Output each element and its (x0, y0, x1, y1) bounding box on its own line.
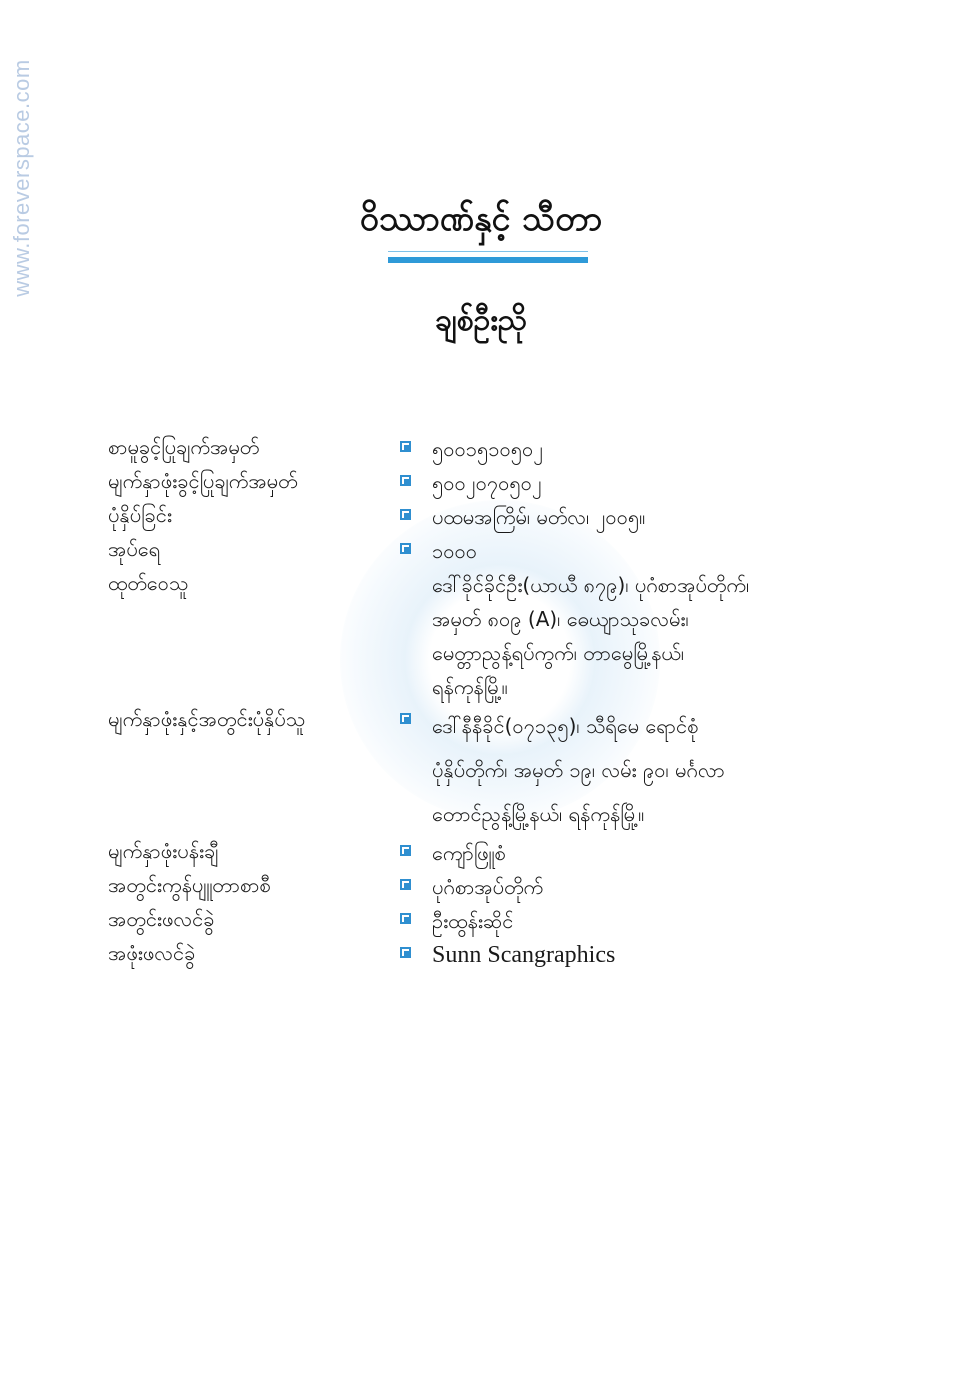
colophon-value-line: ၅၀၀၁၅၁၀၅၀၂ (432, 437, 544, 461)
colophon-value-line: ပုဂံစာအုပ်တိုက် (432, 875, 544, 899)
colophon-label: စာမူခွင့်ပြုချက်အမှတ် (108, 435, 260, 459)
colophon-value: ၅၀၀၂၀၇၀၅၀၂ (432, 466, 888, 500)
colophon-row: အုပ်ရေ ၁၀၀၀ (108, 534, 888, 568)
colophon-label: အဖုံးဖလင်ခွဲ (108, 941, 196, 965)
colophon-value: ပထမအကြိမ်၊ မတ်လ၊ ၂၀၀၅။ (432, 500, 888, 534)
watermark-url: www.foreverspace.com (9, 59, 34, 297)
colophon-label: အတွင်းဖလင်ခွဲ (108, 907, 215, 931)
colophon-value-line: ၅၀၀၂၀၇၀၅၀၂ (432, 471, 542, 495)
colophon-row: အတွင်းဖလင်ခွဲ ဦးထွန်းဆိုင် (108, 904, 888, 938)
colophon-row: မျက်နှာဖုံးပန်းချီ ကျော်ဖြူစံ (108, 836, 888, 870)
colophon-value-line: ရန်ကုန်မြို့။ (432, 675, 508, 699)
square-bullet-icon (400, 913, 411, 924)
book-author: ချစ်ဦးညို (435, 303, 527, 338)
square-bullet-icon (400, 713, 411, 724)
colophon-value-line: ၁၀၀၀ (432, 539, 477, 563)
square-bullet-icon (400, 879, 411, 890)
colophon-list: စာမူခွင့်ပြုချက်အမှတ် ၅၀၀၁၅၁၀၅၀၂ မျက်နှာ… (108, 432, 888, 972)
colophon-value: ဒေါ်ခိုင်ခိုင်ဦး(ယာယီ ၈၇၉)၊ ပုဂံစာအုပ်တိ… (432, 568, 888, 704)
colophon-value: ၁၀၀၀ (432, 534, 888, 568)
square-bullet-icon (400, 509, 411, 520)
colophon-label: ပုံနှိပ်ခြင်း (108, 503, 172, 527)
colophon-value: ပုဂံစာအုပ်တိုက် (432, 870, 888, 904)
colophon-value: ကျော်ဖြူစံ (432, 836, 888, 870)
colophon-value-line: မေတ္တာညွန့်ရပ်ကွက်၊ တာမွေမြို့နယ်၊ (432, 641, 685, 665)
colophon-value-line: ဦးထွန်းဆိုင် (432, 909, 514, 933)
colophon-label: မျက်နှာဖုံးနှင့်အတွင်းပုံနှိပ်သူ (108, 707, 306, 731)
square-bullet-icon (400, 475, 411, 486)
colophon-row: အဖုံးဖလင်ခွဲ Sunn Scangraphics (108, 938, 888, 972)
colophon-label: ထုတ်ဝေသူ (108, 571, 189, 595)
book-title: ဝိဿာဏ်နှင့် သီတာ (359, 199, 603, 239)
title-underline (388, 257, 588, 263)
colophon-value-line: ပထမအကြိမ်၊ မတ်လ၊ ၂၀၀၅။ (432, 505, 646, 529)
title-underline-thin (388, 251, 588, 252)
colophon-row: ပုံနှိပ်ခြင်း ပထမအကြိမ်၊ မတ်လ၊ ၂၀၀၅။ (108, 500, 888, 534)
colophon-value-line: Sunn Scangraphics (432, 942, 616, 968)
square-bullet-icon (400, 441, 411, 452)
colophon-value-line: ဒေါ်ခိုင်ခိုင်ဦး(ယာယီ ၈၇၉)၊ ပုဂံစာအုပ်တိ… (432, 573, 750, 597)
colophon-page: www.foreverspace.com ဝိဿာဏ်နှင့် သီတာ ချ… (0, 0, 962, 1392)
colophon-label: အုပ်ရေ (108, 537, 161, 561)
colophon-value-line: တောင်ညွန့်မြို့နယ်၊ ရန်ကုန်မြို့။ (432, 802, 645, 826)
square-bullet-icon (400, 947, 411, 958)
colophon-value-line: ကျော်ဖြူစံ (432, 841, 506, 865)
colophon-value: ၅၀၀၁၅၁၀၅၀၂ (432, 432, 888, 466)
colophon-value: ဒေါ်နီနီခိုင်(၀၇၁၃၅)၊ သီရိမေ ရောင်စုံ ပု… (432, 704, 888, 836)
colophon-row: စာမူခွင့်ပြုချက်အမှတ် ၅၀၀၁၅၁၀၅၀၂ (108, 432, 888, 466)
colophon-row: ထုတ်ဝေသူ ဒေါ်ခိုင်ခိုင်ဦး(ယာယီ ၈၇၉)၊ ပုဂ… (108, 568, 888, 704)
colophon-label: မျက်နှာဖုံးခွင့်ပြုချက်အမှတ် (108, 469, 298, 493)
colophon-value-line: ပုံနှိပ်တိုက်၊ အမှတ် ၁၉၊ လမ်း ၉၀၊ မင်္ဂလ… (432, 758, 725, 782)
colophon-label: အတွင်းကွန်ပျူတာစာစီ (108, 873, 271, 897)
colophon-row: မျက်နှာဖုံးခွင့်ပြုချက်အမှတ် ၅၀၀၂၀၇၀၅၀၂ (108, 466, 888, 500)
colophon-value-line: အမှတ် ၈၀၉ (A)၊ ဓေယျာသုခလမ်း၊ (432, 607, 689, 631)
colophon-value: Sunn Scangraphics (432, 938, 888, 972)
square-bullet-icon (400, 543, 411, 554)
colophon-row: မျက်နှာဖုံးနှင့်အတွင်းပုံနှိပ်သူ ဒေါ်နီန… (108, 704, 888, 836)
colophon-value: ဦးထွန်းဆိုင် (432, 904, 888, 938)
square-bullet-icon (400, 845, 411, 856)
colophon-value-line: ဒေါ်နီနီခိုင်(၀၇၁၃၅)၊ သီရိမေ ရောင်စုံ (432, 714, 699, 738)
colophon-label: မျက်နှာဖုံးပန်းချီ (108, 839, 219, 863)
colophon-row: အတွင်းကွန်ပျူတာစာစီ ပုဂံစာအုပ်တိုက် (108, 870, 888, 904)
